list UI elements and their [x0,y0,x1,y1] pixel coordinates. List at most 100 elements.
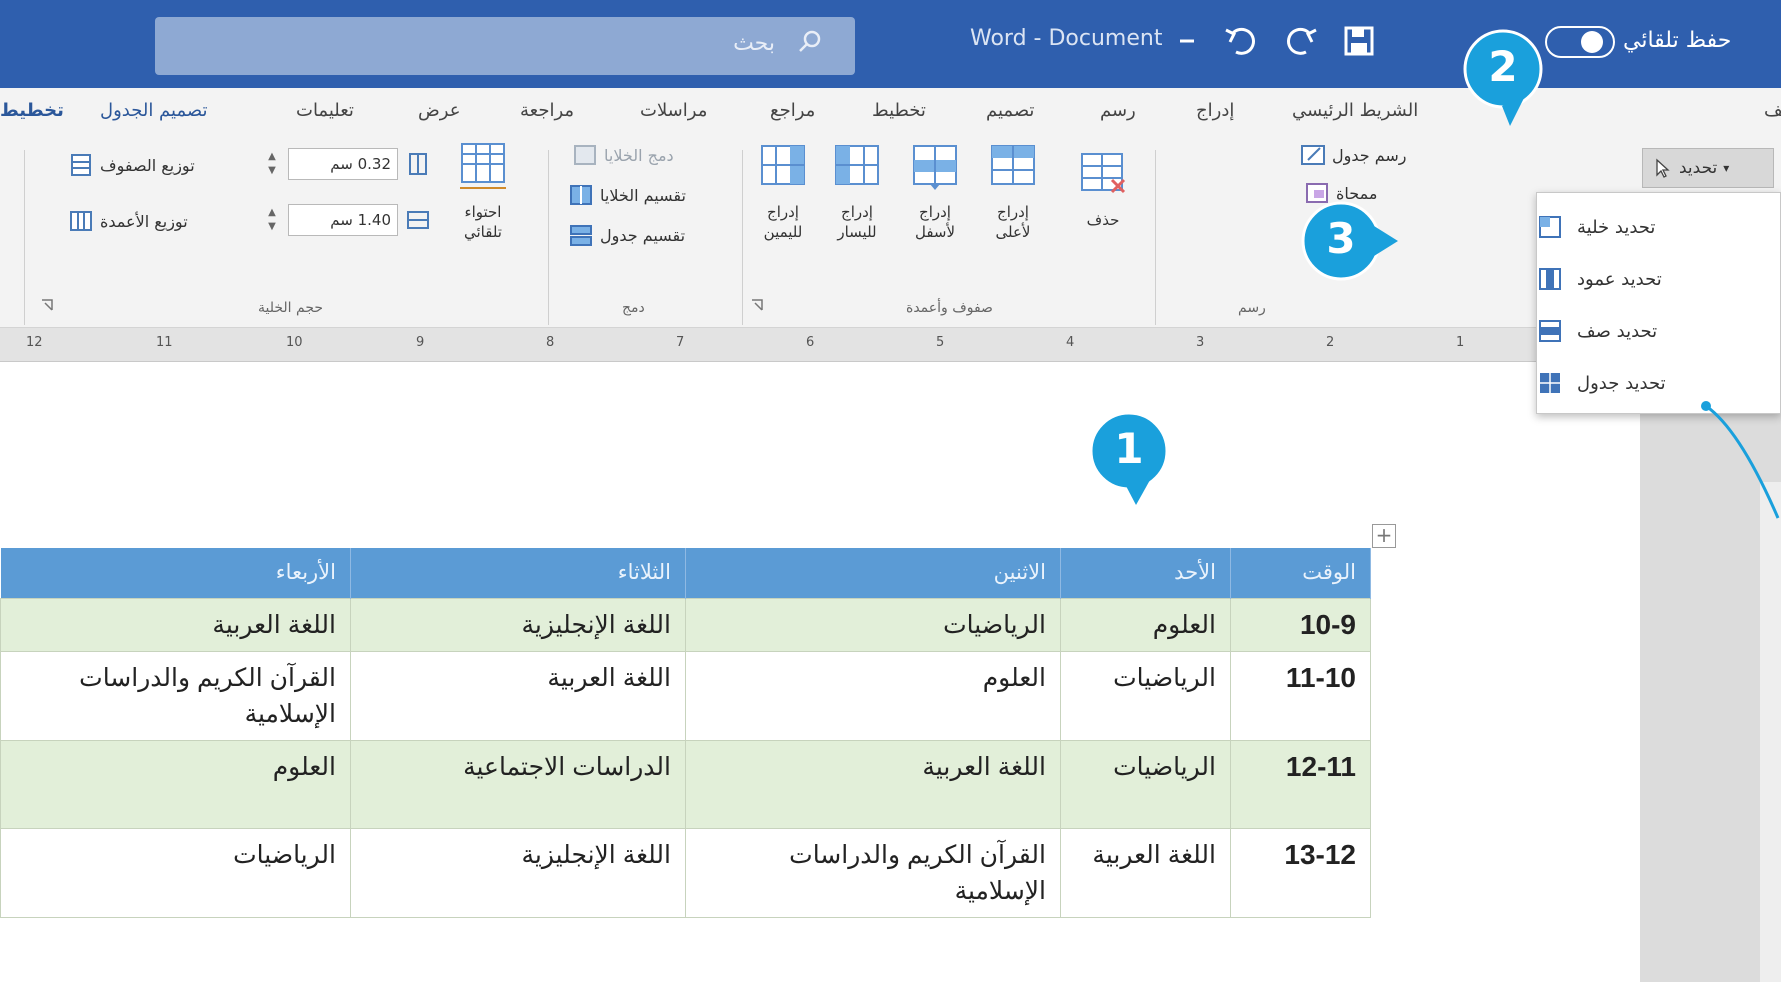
tab-design[interactable]: تصميم [986,100,1034,121]
time-cell[interactable]: 11-10 [1230,650,1371,741]
callout-number: 3 [1326,214,1356,263]
column-width-field[interactable]: 1.40 سم [288,204,398,236]
distribute-columns-button[interactable]: توزيع الأعمدة [68,206,188,236]
tab-insert[interactable]: إدراج [1196,100,1234,121]
ruler-number: 9 [416,335,425,350]
menu-item-select-cell[interactable]: تحديد خلية [1537,203,1781,251]
tab-layout[interactable]: تخطيط [872,100,926,121]
tab-review[interactable]: مراجعة [520,100,574,121]
table-header-row: الوقت الأحد الاثنين الثلاثاء الأربعاء [0,548,1371,598]
table-cell[interactable]: العلوم [685,650,1061,741]
tab-table-design[interactable]: تصميم الجدول [100,100,207,121]
table-cell[interactable]: العلوم [1060,597,1231,652]
split-table-button[interactable]: تقسيم جدول [568,220,685,250]
tab-table-layout[interactable]: تخطيط [0,100,64,121]
dialog-launcher-icon[interactable] [40,298,54,312]
pointer-line [1701,401,1780,519]
autofit-label: احتواء تلقائي [464,203,502,241]
tab-file[interactable]: ملف [1764,100,1781,121]
callout-2: 2 [1462,28,1544,126]
table-cell[interactable]: اللغة الإنجليزية [350,827,686,918]
split-table-icon [570,225,592,246]
insert-above-label: إدراج لأعلى [995,203,1031,241]
header-cell[interactable]: الثلاثاء [350,548,686,598]
table-cell[interactable]: القرآن الكريم والدراسات الإسلامية [685,827,1061,918]
time-cell[interactable]: 10-9 [1230,597,1371,652]
tab-view[interactable]: عرض [418,100,460,121]
column-width-spinner[interactable]: ▲ ▼ 1.40 سم [256,202,436,240]
ribbon: ملف الشريط الرئيسي إدراج رسم تصميم تخطيط… [0,88,1781,328]
header-cell[interactable]: الاثنين [685,548,1061,598]
menu-item-select-column[interactable]: تحديد عمود [1537,255,1781,303]
table-cell[interactable]: اللغة العربية [350,650,686,741]
draw-table-button[interactable]: رسم جدول [1300,140,1407,170]
schedule-table: الوقت الأحد الاثنين الثلاثاء الأربعاء 10… [0,548,1371,918]
merge-group-label: دمج [622,300,645,316]
ruler-number: 10 [286,335,303,350]
table-cell[interactable]: اللغة العربية [1060,827,1231,918]
ruler-number: 12 [26,335,43,350]
row-height-field[interactable]: 0.32 سم [288,148,398,180]
table-cell[interactable]: العلوم [0,739,351,829]
undo-icon[interactable] [1222,22,1260,60]
autosave-toggle[interactable]: حفظ تلقائي [1545,22,1781,62]
distribute-rows-button[interactable]: توزيع الصفوف [68,150,195,180]
autosave-knob [1581,31,1603,53]
tab-draw[interactable]: رسم [1100,100,1136,121]
insert-left-label: إدراج لليسار [837,203,877,241]
group-separator [742,150,743,325]
insert-below-label: إدراج لأسفل [914,203,956,241]
menu-item-label: تحديد صف [1577,320,1658,342]
distribute-columns-icon [70,211,92,231]
save-icon[interactable] [1340,22,1378,60]
merge-cells-button[interactable]: دمج الخلايا [572,140,674,170]
search-icon [799,30,821,52]
header-cell[interactable]: الأحد [1060,548,1231,598]
time-cell[interactable]: 12-11 [1230,739,1371,829]
search-box[interactable]: بحث [155,17,855,75]
autofit-button[interactable]: احتواء تلقائي [448,138,518,278]
table-cell[interactable]: الرياضيات [1060,739,1231,829]
tab-home[interactable]: الشريط الرئيسي [1292,100,1418,121]
tab-references[interactable]: مراجع [770,100,815,121]
vertical-scrollbar[interactable] [1760,482,1781,982]
insert-above-button[interactable]: إدراج لأعلى [978,138,1048,278]
ruler-number: 5 [936,335,945,350]
spin-arrows-icon[interactable]: ▲ ▼ [264,150,280,178]
table-cell[interactable]: الرياضيات [1060,650,1231,741]
table-cell[interactable]: القرآن الكريم والدراسات الإسلامية [0,650,351,741]
select-table-icon [1540,373,1560,393]
search-label: بحث [733,31,775,56]
menu-item-label: تحديد عمود [1577,268,1662,290]
table-cell[interactable]: اللغة العربية [685,739,1061,829]
redo-icon[interactable] [1282,22,1320,60]
insert-left-button[interactable]: إدراج لليسار [822,138,892,278]
menu-item-select-row[interactable]: تحديد صف [1537,307,1781,355]
insert-right-button[interactable]: إدراج لليمين [748,138,818,278]
table-cell[interactable]: الرياضيات [685,597,1061,652]
table-move-handle-icon[interactable]: + [1372,524,1396,548]
dialog-launcher-icon[interactable] [750,298,764,312]
table-cell[interactable]: الدراسات الاجتماعية [350,739,686,829]
delete-table-icon [1081,153,1126,194]
select-dropdown-button[interactable]: تحديد ▾ [1642,148,1774,188]
group-separator [24,150,25,325]
table-cell[interactable]: اللغة الإنجليزية [350,597,686,652]
spin-arrows-icon[interactable]: ▲ ▼ [264,206,280,234]
tab-help[interactable]: تعليمات [296,100,354,121]
delete-button[interactable]: حذف [1068,146,1138,286]
ruler-number: 2 [1326,335,1335,350]
insert-below-button[interactable]: إدراج لأسفل [900,138,970,278]
customize-qat-icon[interactable] [1168,22,1206,60]
split-cells-button[interactable]: تقسيم الخلايا [568,180,686,210]
header-cell[interactable]: الأربعاء [0,548,351,598]
header-cell[interactable]: الوقت [1230,548,1371,598]
table-cell[interactable]: الرياضيات [0,827,351,918]
callout-1: 1 [1088,410,1170,505]
time-cell[interactable]: 13-12 [1230,827,1371,918]
table-cell[interactable]: اللغة العربية [0,597,351,652]
callout-3: 3 [1300,200,1398,282]
row-height-spinner[interactable]: ▲ ▼ 0.32 سم [256,146,436,184]
autosave-pill [1545,26,1615,58]
tab-mailings[interactable]: مراسلات [640,100,707,121]
